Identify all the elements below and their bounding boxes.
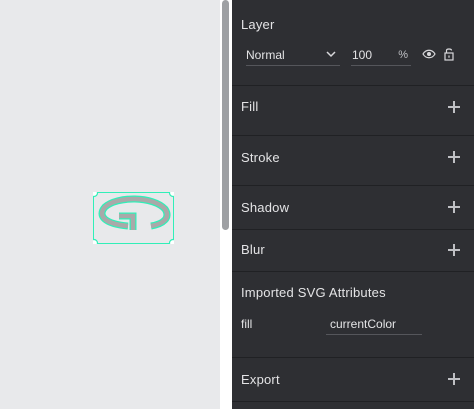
add-stroke-icon[interactable] <box>448 151 460 163</box>
selected-shape[interactable] <box>89 188 178 248</box>
fill-section[interactable]: Fill <box>232 86 474 136</box>
resize-handle-bottom-right <box>168 238 178 248</box>
fill-title: Fill <box>241 99 259 114</box>
add-export-icon[interactable] <box>448 373 460 385</box>
add-blur-icon[interactable] <box>448 244 460 256</box>
scrollbar-thumb[interactable] <box>222 0 229 230</box>
stroke-title: Stroke <box>241 150 280 165</box>
layer-title: Layer <box>241 17 275 32</box>
imported-svg-title: Imported SVG Attributes <box>241 285 386 300</box>
opacity-unit: % <box>398 49 408 61</box>
layer-section: Layer Normal 100 % <box>232 0 474 86</box>
eye-icon[interactable] <box>422 49 436 59</box>
canvas-scrollbar[interactable] <box>220 0 232 409</box>
blur-title: Blur <box>241 242 265 257</box>
add-shadow-icon[interactable] <box>448 201 460 213</box>
resize-handle-top-right <box>168 188 178 198</box>
resize-handle-top-left <box>89 188 99 198</box>
chevron-down-icon <box>326 51 336 58</box>
svg-attribute-value: currentColor <box>330 317 397 331</box>
opacity-value: 100 <box>352 48 373 62</box>
design-canvas[interactable] <box>0 0 220 409</box>
opacity-input[interactable]: 100 % <box>351 44 411 66</box>
svg-attribute-key: fill <box>241 317 253 331</box>
shadow-title: Shadow <box>241 200 290 215</box>
resize-handle-bottom-left <box>89 238 99 248</box>
design-panel: Layer Normal 100 % Fill Stroke Shadow Bl… <box>232 0 474 409</box>
rotate-clockwise-icon <box>89 188 178 248</box>
add-fill-icon[interactable] <box>448 101 460 113</box>
svg-attribute-value-input[interactable]: currentColor <box>326 315 422 335</box>
export-title: Export <box>241 372 280 387</box>
blend-mode-select[interactable]: Normal <box>246 44 340 66</box>
export-section[interactable]: Export <box>232 358 474 402</box>
stroke-section[interactable]: Stroke <box>232 136 474 186</box>
layer-controls: Normal 100 % <box>241 44 464 66</box>
svg-attribute-row: fill currentColor <box>241 315 464 337</box>
shadow-section[interactable]: Shadow <box>232 186 474 230</box>
blend-mode-value: Normal <box>246 48 285 62</box>
blur-section[interactable]: Blur <box>232 230 474 272</box>
unlock-icon[interactable] <box>444 47 454 61</box>
